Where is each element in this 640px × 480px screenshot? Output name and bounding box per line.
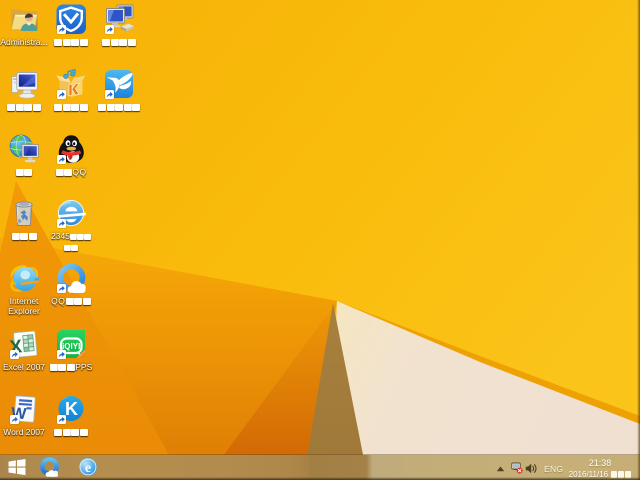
- svg-text:K: K: [65, 399, 78, 419]
- svg-text:e: e: [85, 461, 91, 476]
